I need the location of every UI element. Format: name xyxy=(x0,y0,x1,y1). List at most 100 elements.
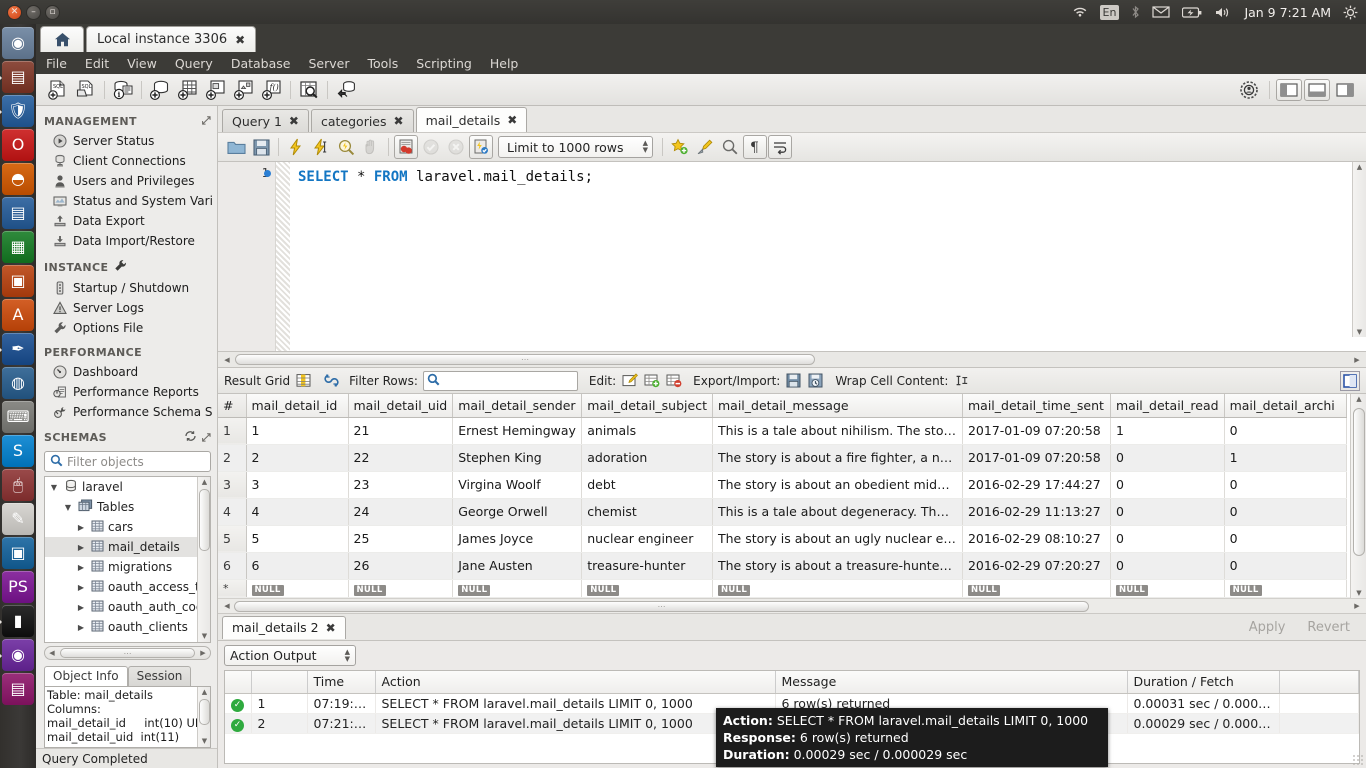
toggle-snippets-button[interactable] xyxy=(668,135,692,159)
launcher-item-calc[interactable]: ▦ xyxy=(2,231,34,263)
cell-mail_detail_archived[interactable]: 0 xyxy=(1224,417,1347,445)
close-icon[interactable]: ✖ xyxy=(507,113,517,127)
cell-mail_detail_read[interactable]: 0 xyxy=(1110,471,1225,499)
sidebar-item-performance-schema-setup[interactable]: Performance Schema S xyxy=(36,402,217,422)
cell-mail_detail_time_sent[interactable]: 2016-02-29 08:10:27 xyxy=(962,525,1111,553)
launcher-item-browser-shield[interactable]: 🛡 xyxy=(0,95,34,127)
cell-mail_detail_sender[interactable]: Jane Austen xyxy=(452,552,583,580)
scroll-thumb[interactable]: ⋯ xyxy=(60,648,195,658)
cell-mail_detail_subject[interactable]: animals xyxy=(581,417,713,445)
cell-mail_detail_subject[interactable]: debt xyxy=(581,471,713,499)
cell-mail_detail_subject[interactable]: nuclear engineer xyxy=(581,525,713,553)
delete-row-icon[interactable] xyxy=(665,372,682,389)
create-schema-button[interactable] xyxy=(146,76,174,104)
tab-session[interactable]: Session xyxy=(127,666,192,686)
close-icon[interactable]: ✖ xyxy=(394,114,404,128)
column-header-duration-fetch[interactable]: Duration / Fetch xyxy=(1127,671,1280,694)
execute-current-statement-button[interactable] xyxy=(309,135,333,159)
cell-mail_detail_id[interactable]: 3 xyxy=(246,471,349,499)
window-maximize-button[interactable]: ▫ xyxy=(45,4,60,20)
editor-vertical-scrollbar[interactable]: ▲ ▼ xyxy=(1352,162,1366,337)
scroll-thumb[interactable] xyxy=(199,489,210,551)
cell-mail_detail_message[interactable]: The story is about an ugly nuclear e… xyxy=(712,525,963,553)
toggle-output-button[interactable] xyxy=(1304,78,1330,101)
tab-categories[interactable]: categories ✖ xyxy=(310,109,414,132)
rollback-button[interactable] xyxy=(444,135,468,159)
window-minimize-button[interactable]: – xyxy=(26,4,41,20)
table-row[interactable]: 4 4 24 George Orwell chemist This is a t… xyxy=(218,498,1347,526)
refresh-icon[interactable] xyxy=(184,430,197,445)
scroll-right-arrow[interactable]: ▶ xyxy=(196,649,210,657)
cell-mail_detail_message[interactable]: This is a tale about degeneracy. Th… xyxy=(712,498,963,526)
cell-mail_detail_archived[interactable]: 0 xyxy=(1224,525,1347,553)
tab-mail-details-2[interactable]: mail_details 2 ✖ xyxy=(222,615,346,639)
scroll-thumb[interactable] xyxy=(1353,408,1365,556)
chevron-down-icon[interactable]: ▼ xyxy=(62,503,74,512)
gear-icon[interactable] xyxy=(1343,5,1358,20)
chevron-right-icon[interactable]: ▶ xyxy=(75,563,87,572)
cell-mail_detail_id[interactable]: 6 xyxy=(246,552,349,580)
launcher-item-opera[interactable]: O xyxy=(2,129,34,161)
cell-mail_detail_time_sent[interactable]: 2016-02-29 11:13:27 xyxy=(962,498,1111,526)
create-function-button[interactable]: f() xyxy=(258,76,286,104)
launcher-item-mysql-workbench[interactable]: ◉ xyxy=(0,639,34,671)
menu-server[interactable]: Server xyxy=(308,56,349,71)
clock[interactable]: Jan 9 7:21 AM xyxy=(1244,5,1331,20)
filter-objects-box[interactable] xyxy=(44,451,211,472)
sql-editor[interactable]: 1 SELECT * FROM laravel.mail_details; ▲ … xyxy=(218,162,1366,352)
grid-icon[interactable] xyxy=(295,372,312,389)
import-icon[interactable] xyxy=(807,372,824,389)
sidebar-item-data-import-restore[interactable]: Data Import/Restore xyxy=(36,231,217,251)
explain-statement-button[interactable] xyxy=(334,135,358,159)
cell-null[interactable]: NULL xyxy=(452,579,583,599)
keyboard-layout-indicator[interactable]: En xyxy=(1099,4,1120,20)
create-view-button[interactable] xyxy=(202,76,230,104)
sidebar-item-users-and-privileges[interactable]: Users and Privileges xyxy=(36,171,217,191)
window-close-button[interactable]: ✕ xyxy=(7,4,22,20)
toggle-secondary-sidebar-button[interactable] xyxy=(1332,79,1358,101)
close-icon[interactable]: ✖ xyxy=(235,33,245,47)
table-row[interactable]: 5 5 25 James Joyce nuclear engineer The … xyxy=(218,525,1347,553)
scroll-up-arrow[interactable]: ▲ xyxy=(199,477,210,488)
cell-mail_detail_message[interactable]: The story is about an obedient mid… xyxy=(712,471,963,499)
launcher-item-window-switcher[interactable]: ▤ xyxy=(2,673,34,705)
scroll-right-arrow[interactable]: ▶ xyxy=(1350,356,1364,364)
menu-view[interactable]: View xyxy=(127,56,157,71)
sidebar-item-server-logs[interactable]: Server Logs xyxy=(36,298,217,318)
commit-button[interactable] xyxy=(419,135,443,159)
cell-mail_detail_id[interactable]: 5 xyxy=(246,525,349,553)
filter-rows-input[interactable] xyxy=(442,373,574,388)
launcher-item-inkscape[interactable]: ✒ xyxy=(0,333,34,365)
cell-mail_detail_uid[interactable]: 24 xyxy=(348,498,454,526)
cell-mail_detail_id[interactable]: 2 xyxy=(246,444,349,472)
open-script-button[interactable] xyxy=(224,135,248,159)
tree-node-oauth-clients[interactable]: ▶ oauth_clients xyxy=(45,617,210,637)
window-controls[interactable]: ✕ – ▫ xyxy=(0,4,60,20)
column-header-mail_detail_subject[interactable]: mail_detail_subject xyxy=(581,394,713,418)
chevron-right-icon[interactable]: ▶ xyxy=(75,623,87,632)
launcher-item-world-clock[interactable]: ◍ xyxy=(2,367,34,399)
launcher-item-virtualbox[interactable]: ▣ xyxy=(2,537,34,569)
tree-vertical-scrollbar[interactable]: ▲ ▼ xyxy=(197,477,210,642)
launcher-item-impress[interactable]: ▣ xyxy=(2,265,34,297)
cell-mail_detail_time_sent[interactable]: 2016-02-29 07:20:27 xyxy=(962,552,1111,580)
editor-code[interactable]: SELECT * FROM laravel.mail_details; xyxy=(290,162,1366,351)
cell-null[interactable]: NULL xyxy=(581,579,713,599)
grid-vertical-scrollbar[interactable]: ▲ ▼ xyxy=(1350,394,1366,598)
stop-execution-button[interactable] xyxy=(359,135,383,159)
column-header-action[interactable]: Action xyxy=(375,671,776,694)
scroll-up-arrow[interactable]: ▲ xyxy=(1353,395,1365,403)
column-header-mail_detail_sender[interactable]: mail_detail_sender xyxy=(452,394,583,418)
open-sql-script-button[interactable]: SQL xyxy=(72,76,100,104)
window-resize-grip[interactable] xyxy=(1352,754,1364,766)
sidebar-item-options-file[interactable]: Options File xyxy=(36,318,217,338)
cell-mail_detail_id[interactable]: 4 xyxy=(246,498,349,526)
result-grid[interactable]: # mail_detail_id mail_detail_uid mail_de… xyxy=(218,394,1366,613)
scroll-up-arrow[interactable]: ▲ xyxy=(199,687,210,698)
filter-rows-box[interactable] xyxy=(422,370,578,391)
create-procedure-button[interactable] xyxy=(230,76,258,104)
filter-objects-input[interactable] xyxy=(67,454,205,469)
admin-toggle-button[interactable] xyxy=(1235,76,1263,104)
fetch-panel-icon[interactable] xyxy=(1340,370,1360,391)
tree-node-oauth-auth-codes[interactable]: ▶ oauth_auth_code xyxy=(45,597,210,617)
